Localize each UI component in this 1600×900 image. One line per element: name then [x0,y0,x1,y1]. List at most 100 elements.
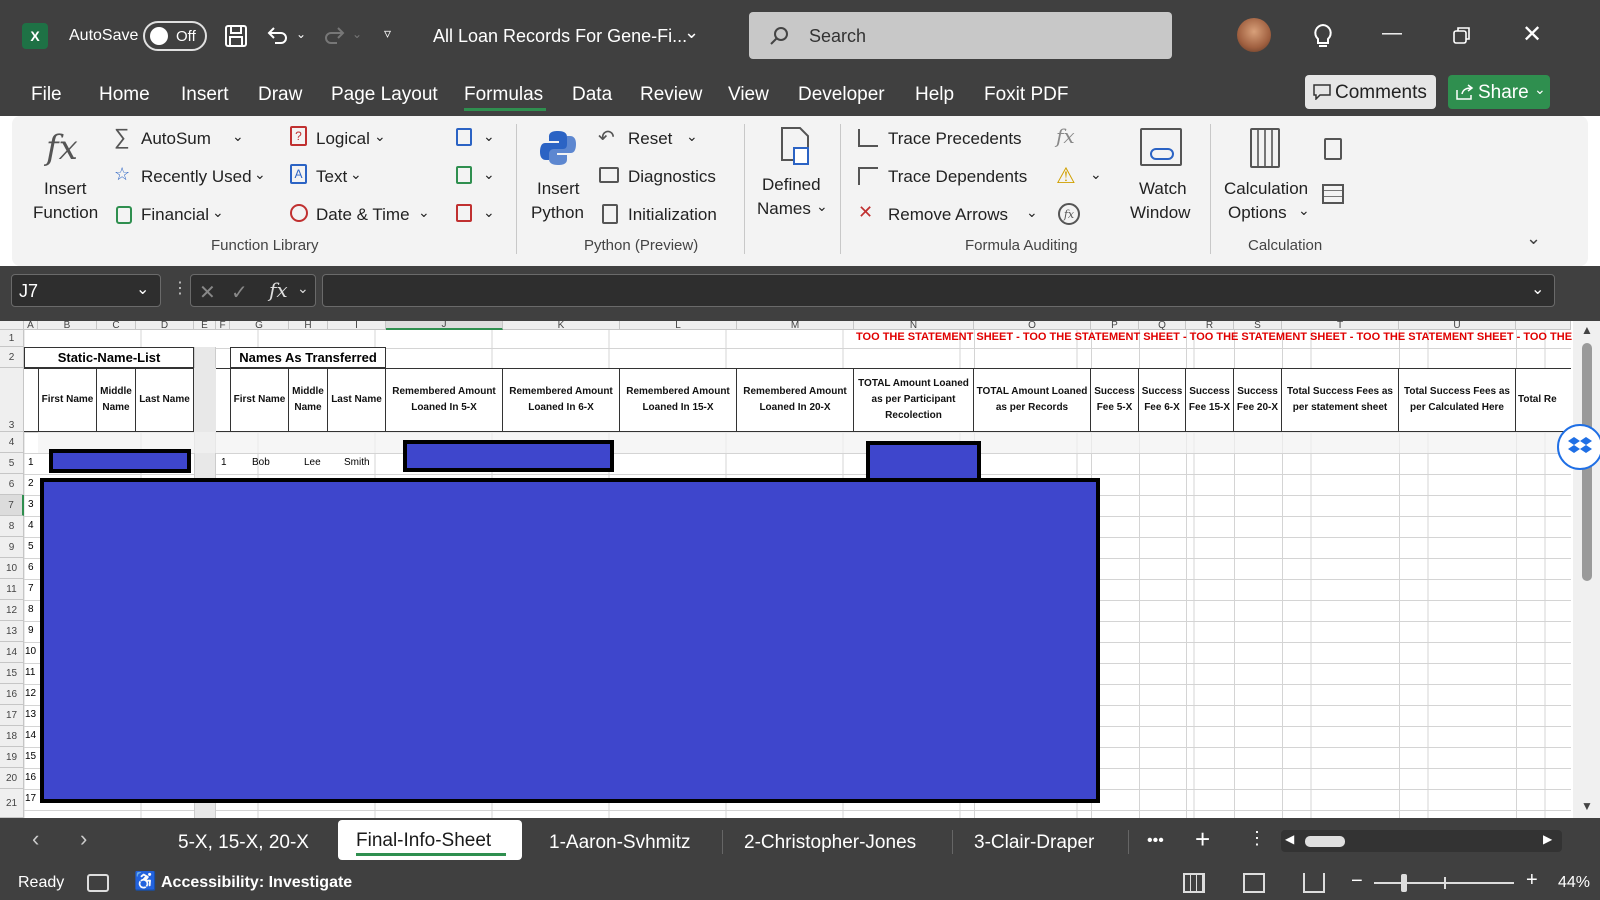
tab-file[interactable]: File [31,84,62,106]
normal-view-icon[interactable] [1183,873,1205,893]
column-header-u[interactable]: U [1399,321,1516,331]
row-header-9[interactable]: 9 [0,537,24,558]
tab-view[interactable]: View [728,84,769,106]
error-checking-icon[interactable]: ⚠ [1056,163,1076,189]
column-header-e[interactable]: E [194,321,216,331]
date-time-button[interactable]: Date & Time [316,205,410,225]
column-header-n[interactable]: N [854,321,974,331]
column-header-f[interactable]: F [216,321,230,331]
autosave-toggle[interactable]: Off [143,21,207,51]
column-header-r[interactable]: R [1186,321,1234,331]
undo-dropdown-icon[interactable]: ⌄ [296,27,306,41]
fx-dropdown-icon[interactable]: ⌄ [297,280,309,297]
financial-button[interactable]: Financial [141,205,209,225]
name-box[interactable]: J7 ⌄ [11,274,161,307]
autosum-button[interactable]: AutoSum [141,129,211,149]
row-header-21[interactable]: 21 [0,789,24,818]
text-button[interactable]: Text [316,167,347,187]
column-header-g[interactable]: G [230,321,289,331]
row-header-4[interactable]: 4 [0,432,24,453]
logical-dropdown-icon[interactable]: ⌄ [374,128,386,145]
reset-dropdown-icon[interactable]: ⌄ [686,128,698,145]
evaluate-formula-icon[interactable]: fx [1058,203,1080,225]
row-header-11[interactable]: 11 [0,579,24,600]
column-header-b[interactable]: B [38,321,97,331]
column-header-p[interactable]: P [1091,321,1139,331]
row-header-13[interactable]: 13 [0,621,24,642]
error-checking-dropdown-icon[interactable]: ⌄ [1090,166,1102,183]
insert-function-icon[interactable]: fx [269,278,288,302]
show-formulas-icon[interactable]: fx [1056,124,1075,148]
date-time-dropdown-icon[interactable]: ⌄ [418,204,430,221]
column-header-a[interactable]: A [24,321,38,331]
math-trig-dropdown-icon[interactable]: ⌄ [483,166,495,183]
trace-dependents-button[interactable]: Trace Dependents [888,167,1027,187]
tab-formulas[interactable]: Formulas [464,84,543,106]
formula-bar-handle-icon[interactable]: ⋮ [172,278,188,298]
column-header-c[interactable]: C [97,321,136,331]
tab-developer[interactable]: Developer [798,84,885,106]
column-header-j[interactable]: J [386,321,503,330]
diagnostics-button[interactable]: Diagnostics [628,167,716,187]
macro-recording-icon[interactable] [87,874,109,892]
calculation-options-button[interactable]: Calculation Options ⌄ [1218,124,1318,232]
column-header-o[interactable]: O [974,321,1091,331]
row-header-14[interactable]: 14 [0,642,24,663]
watch-window-button[interactable]: Watch Window [1120,124,1204,232]
row-header-6[interactable]: 6 [0,474,24,495]
more-functions-icon[interactable] [456,204,472,222]
math-trig-icon[interactable] [456,166,472,184]
save-icon[interactable] [222,22,250,50]
sheet-tab-5x-15x-20x[interactable]: 5-X, 15-X, 20-X [178,832,309,854]
recently-used-button[interactable]: Recently Used [141,167,252,187]
column-header-k[interactable]: K [503,321,620,331]
calculate-now-icon[interactable] [1324,138,1342,160]
vertical-scrollbar[interactable]: ▲ ▼ [1573,321,1600,818]
remove-arrows-button[interactable]: Remove Arrows [888,205,1008,225]
customize-toolbar-icon[interactable]: ▿ [384,25,391,42]
document-title[interactable]: All Loan Records For Gene-Fi... [433,26,687,47]
text-dropdown-icon[interactable]: ⌄ [350,166,362,183]
spreadsheet-grid[interactable]: A B C D E F G H I J K L M N O P Q R S T … [0,321,1600,818]
lookup-icon[interactable] [456,128,472,146]
scroll-up-icon[interactable]: ▲ [1581,323,1593,337]
recently-used-dropdown-icon[interactable]: ⌄ [254,166,266,183]
zoom-in-icon[interactable]: + [1526,869,1538,892]
column-header-v[interactable] [1516,321,1571,330]
row-header-1[interactable]: 1 [0,330,24,347]
logical-button[interactable]: Logical [316,129,370,149]
expand-formula-bar-icon[interactable]: ⌄ [1531,279,1544,299]
prev-sheet-icon[interactable]: ‹ [32,826,39,852]
tab-home[interactable]: Home [99,84,150,106]
formula-input[interactable]: ⌄ [322,274,1555,307]
financial-dropdown-icon[interactable]: ⌄ [212,204,224,221]
restore-icon[interactable] [1450,23,1474,47]
insert-function-button[interactable]: fx Insert Function [22,124,112,232]
comments-button[interactable]: Comments [1305,75,1436,109]
dropbox-icon[interactable] [1557,424,1600,470]
tab-foxit-pdf[interactable]: Foxit PDF [984,84,1068,106]
row-header-15[interactable]: 15 [0,663,24,684]
ribbon-collapse-icon[interactable]: ⌄ [1526,228,1541,249]
horizontal-scroll-thumb[interactable] [1305,836,1345,847]
row-header-18[interactable]: 18 [0,726,24,747]
autosum-dropdown-icon[interactable]: ⌄ [232,128,244,145]
select-all-corner[interactable] [0,321,24,330]
row-header-20[interactable]: 20 [0,768,24,789]
tab-data[interactable]: Data [572,84,612,106]
page-break-preview-icon[interactable] [1303,873,1325,893]
column-header-q[interactable]: Q [1139,321,1186,331]
accessibility-status[interactable]: Accessibility: Investigate [161,874,352,892]
next-sheet-icon[interactable]: › [80,826,87,852]
column-header-i[interactable]: I [328,321,386,331]
column-header-s[interactable]: S [1234,321,1282,331]
page-layout-view-icon[interactable] [1243,873,1265,893]
column-header-d[interactable]: D [136,321,194,331]
row-header-8[interactable]: 8 [0,516,24,537]
sheet-tab-clair[interactable]: 3-Clair-Draper [974,832,1094,854]
title-dropdown-icon[interactable]: ⌄ [684,22,699,43]
sheet-tab-aaron[interactable]: 1-Aaron-Svhmitz [549,832,691,854]
more-functions-dropdown-icon[interactable]: ⌄ [483,204,495,221]
sheet-tab-final-info-active[interactable]: Final-Info-Sheet [338,820,522,860]
horizontal-scrollbar[interactable]: ◀ ▶ [1281,830,1562,852]
